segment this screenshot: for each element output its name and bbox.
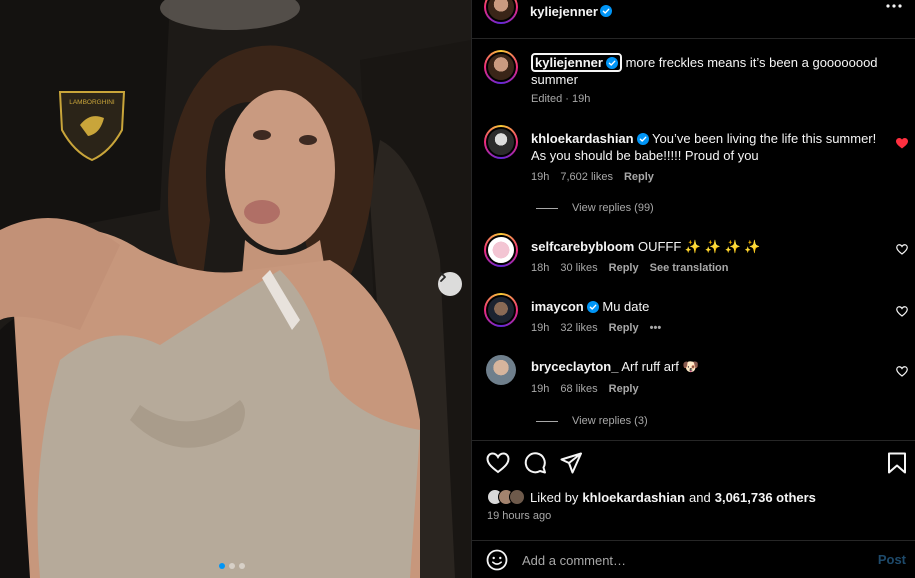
caption-edited-time: Edited · 19h [531, 93, 591, 105]
reply-button[interactable]: Reply [609, 383, 639, 395]
likes-joiner: and [689, 489, 711, 505]
more-options-icon[interactable] [886, 4, 902, 8]
verified-badge-icon [636, 133, 649, 145]
replies-line [536, 207, 558, 209]
caption-text-block: kyliejenner more freckles means it’s bee… [531, 53, 891, 88]
view-replies-link[interactable]: View replies (99) [536, 202, 654, 214]
view-replies-text: View replies (3) [572, 415, 648, 427]
carousel-dot [239, 563, 245, 569]
heart-outline-icon[interactable] [896, 306, 908, 317]
actions-divider [472, 440, 915, 441]
caption-author-link[interactable]: kyliejenner [531, 53, 622, 72]
caption-meta: Edited · 19h [531, 93, 590, 105]
post-caption: kyliejenner more freckles means it’s bee… [472, 50, 915, 110]
commenter-avatar[interactable] [484, 233, 518, 267]
likes-summary[interactable]: Liked by khloekardashian and 3,061,736 o… [487, 489, 816, 505]
comment-meta: 19h 32 likes Reply ••• [531, 322, 661, 334]
logo-text: LAMBORGHINI [69, 99, 115, 106]
comment-text: Mu date [602, 299, 650, 314]
reply-button[interactable]: Reply [609, 322, 639, 334]
save-bookmark-icon[interactable] [887, 452, 907, 474]
commenter-username[interactable]: selfcarebybloom [531, 239, 634, 254]
post-header: kyliejenner [472, 0, 915, 24]
commenter-username[interactable]: bryceclayton_ [531, 359, 618, 374]
author-username[interactable]: kyliejenner [530, 4, 598, 19]
comment-meta: 19h 68 likes Reply [531, 383, 639, 395]
comment-input[interactable] [522, 549, 862, 571]
see-translation-button[interactable]: See translation [650, 262, 729, 274]
comment-bubble-icon[interactable] [524, 452, 546, 474]
commenter-avatar[interactable] [486, 355, 516, 385]
comment-meta: 19h 7,602 likes Reply [531, 171, 654, 183]
commenter-username[interactable]: khloekardashian [531, 131, 634, 146]
comment-text: Arf ruff arf 🐶 [621, 359, 699, 374]
post-media[interactable]: LAMBORGHINI [0, 0, 471, 578]
share-send-icon[interactable] [560, 452, 582, 474]
reply-button[interactable]: Reply [609, 262, 639, 274]
verified-badge-icon [586, 301, 599, 313]
replies-line [536, 420, 558, 422]
comment-time: 19h [531, 322, 550, 334]
view-replies-link[interactable]: View replies (3) [536, 415, 648, 427]
post-details-panel: kyliejenner kyliejenner more freckles me… [471, 0, 915, 578]
next-slide-button[interactable] [438, 272, 462, 296]
like-heart-icon[interactable] [486, 452, 510, 474]
post-photo: LAMBORGHINI [0, 0, 471, 578]
comment-text-block: khloekardashian You’ve been living the l… [531, 130, 891, 164]
comment-meta: 18h 30 likes Reply See translation [531, 262, 728, 274]
heart-outline-icon[interactable] [896, 366, 908, 377]
header-divider [472, 38, 915, 39]
post-timestamp[interactable]: 19 hours ago [487, 510, 551, 522]
likes-user[interactable]: khloekardashian [582, 490, 685, 505]
comment-text-block: selfcarebybloom OUFFF ✨ ✨ ✨ ✨ [531, 238, 891, 255]
commenter-avatar[interactable] [484, 293, 518, 327]
comment-likes[interactable]: 32 likes [560, 322, 597, 334]
comment-options-icon[interactable]: ••• [650, 322, 662, 334]
comment-time: 18h [531, 262, 550, 274]
likes-prefix: Liked by [530, 489, 579, 505]
commenter-avatar[interactable] [484, 125, 518, 159]
verified-badge-icon [600, 5, 612, 17]
comment-likes[interactable]: 68 likes [560, 383, 597, 395]
commenter-username[interactable]: imaycon [531, 299, 584, 314]
author-avatar[interactable] [484, 50, 518, 84]
action-bar [486, 452, 582, 474]
add-comment-bar: Post [472, 540, 915, 578]
comment-likes[interactable]: 30 likes [560, 262, 597, 274]
author-avatar[interactable] [484, 0, 518, 24]
verified-badge-icon [605, 57, 618, 69]
heart-outline-icon[interactable] [896, 244, 908, 255]
emoji-icon[interactable] [486, 549, 508, 571]
comment-likes[interactable]: 7,602 likes [560, 171, 613, 183]
post-comment-button[interactable]: Post [878, 552, 906, 567]
comment-text-block: bryceclayton_ Arf ruff arf 🐶 [531, 358, 891, 375]
view-replies-text: View replies (99) [572, 202, 654, 214]
comment-text-block: imaycon Mu date [531, 298, 891, 315]
likes-count[interactable]: 3,061,736 others [715, 490, 816, 505]
chevron-right-icon [440, 272, 446, 282]
liker-avatar [509, 489, 525, 505]
heart-filled-icon[interactable] [896, 138, 908, 149]
comment-time: 19h [531, 171, 550, 183]
carousel-dot [229, 563, 235, 569]
carousel-indicator [219, 563, 245, 569]
comment-text: OUFFF ✨ ✨ ✨ ✨ [637, 239, 761, 254]
comment-time: 19h [531, 383, 550, 395]
reply-button[interactable]: Reply [624, 171, 654, 183]
liker-avatars [487, 489, 525, 505]
carousel-dot [219, 563, 225, 569]
